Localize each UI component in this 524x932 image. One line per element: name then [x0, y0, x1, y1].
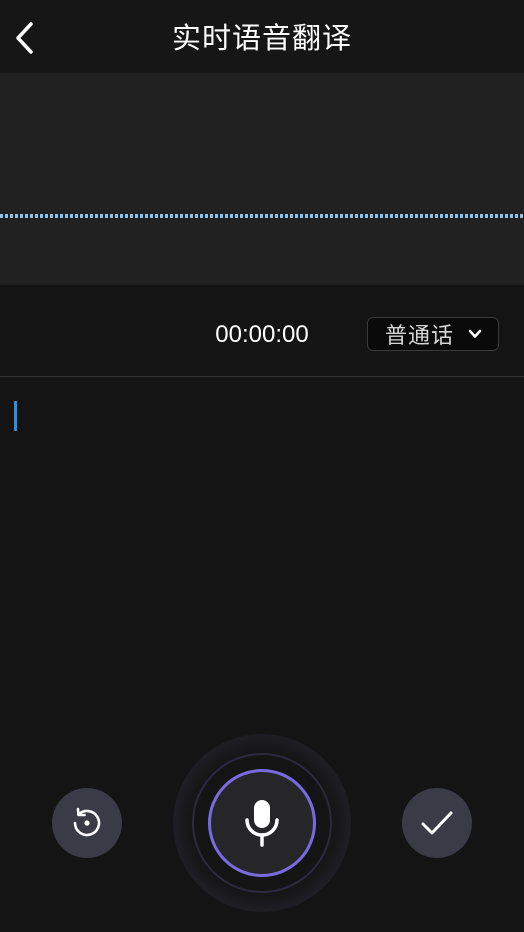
- waveform-line: [0, 214, 524, 218]
- app-screen: 实时语音翻译 00:00:00 普通话: [0, 0, 524, 932]
- confirm-button[interactable]: [402, 788, 472, 858]
- recording-timer: 00:00:00: [215, 321, 309, 348]
- check-icon: [421, 811, 453, 835]
- waveform-panel: [0, 73, 524, 285]
- text-cursor: [14, 401, 17, 431]
- language-select[interactable]: 普通话: [367, 317, 499, 351]
- chevron-down-icon: [468, 329, 482, 338]
- back-button[interactable]: [4, 14, 44, 62]
- page-title: 实时语音翻译: [171, 21, 352, 55]
- recording-info-row: 00:00:00 普通话: [0, 285, 524, 377]
- language-label: 普通话: [385, 324, 455, 349]
- microphone-icon: [245, 800, 279, 847]
- rotate-ccw-icon: [73, 807, 101, 837]
- chevron-left-icon: [16, 22, 33, 54]
- record-button[interactable]: [208, 769, 316, 877]
- reset-button[interactable]: [52, 788, 122, 858]
- header-bar: 实时语音翻译: [0, 0, 524, 73]
- transcript-text-area[interactable]: [0, 377, 524, 707]
